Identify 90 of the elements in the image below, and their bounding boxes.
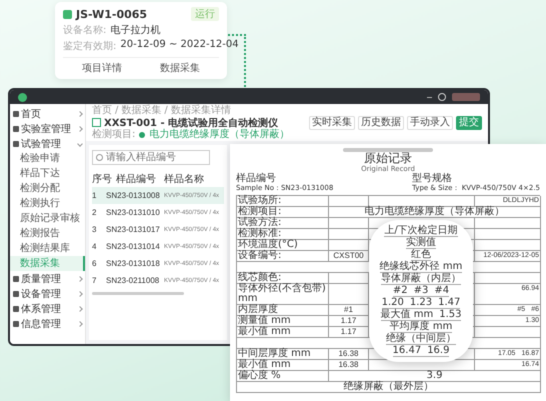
sidebar-item[interactable]: 体系管理 bbox=[10, 301, 85, 316]
item-value: 电力电缆绝缘厚度（导体屏蔽） bbox=[149, 129, 290, 140]
table-cell: 中间层厚度 mm bbox=[237, 349, 329, 360]
logo-icon bbox=[18, 92, 27, 102]
toolbar-button[interactable]: 手动录入 bbox=[407, 116, 453, 130]
item-label: 检测项目: bbox=[92, 129, 136, 140]
menu-item-icon bbox=[13, 290, 19, 296]
table-cell: 绝缘屏蔽（最外层） bbox=[237, 382, 541, 393]
sidebar-subitem[interactable]: 检测结果库 bbox=[10, 241, 85, 256]
table-cell: 内层厚度 bbox=[237, 305, 329, 316]
sidebar-subitem[interactable]: 样品下达 bbox=[10, 166, 85, 181]
sidebar-item[interactable]: 首页 bbox=[10, 106, 85, 121]
magnified-text: 上/下次检定日期 bbox=[384, 225, 458, 236]
table-cell: 测量值 mm bbox=[237, 316, 329, 327]
settings-icon[interactable] bbox=[438, 93, 446, 101]
menu-item-icon bbox=[13, 306, 19, 312]
device-code: JS-W1-0065 bbox=[76, 8, 148, 20]
menu-item-icon bbox=[13, 140, 19, 146]
column-header: 样品编号 bbox=[116, 172, 157, 186]
sidebar-subitem[interactable]: 原始记录审核 bbox=[10, 211, 85, 226]
table-cell: 检测项目: bbox=[237, 207, 329, 218]
table-cell: 试验场所: bbox=[237, 196, 329, 207]
sidebar-subitem[interactable]: 检测报告 bbox=[10, 226, 85, 241]
table-cell: 导体外径(不含包带) mm bbox=[237, 284, 329, 305]
empty-table-cell bbox=[329, 240, 369, 251]
magnified-text: 平均厚度 mm bbox=[390, 321, 452, 332]
magnified-text: #2 bbox=[392, 285, 408, 296]
menu-item-icon bbox=[13, 110, 19, 116]
magnified-text: #4 bbox=[434, 285, 450, 296]
magnified-text: 1.20 bbox=[382, 297, 404, 308]
table-cell: 设备编号: bbox=[237, 251, 329, 262]
card-action-link[interactable]: 数据采集 bbox=[157, 60, 203, 76]
sidebar-subitem[interactable]: 检测执行 bbox=[10, 196, 85, 211]
magnified-text: 绝缘（中间层） bbox=[386, 333, 456, 344]
page-title: XXST-001 - 电缆试验用全自动检测仪 bbox=[104, 116, 278, 128]
menu-item-icon bbox=[13, 126, 19, 132]
sidebar-subitem[interactable]: 检验申请 bbox=[10, 151, 85, 166]
menu-item-icon bbox=[13, 320, 19, 326]
search-icon bbox=[96, 154, 103, 161]
toolbar-button[interactable]: 实时采集 bbox=[309, 116, 355, 130]
table-cell: 偏心度 % bbox=[237, 371, 329, 382]
sidebar-item[interactable]: 设备管理 bbox=[10, 286, 85, 301]
table-cell: 3.9 bbox=[329, 371, 541, 382]
table-cell: 线芯颜色: bbox=[237, 273, 329, 284]
table-cell: 电力电缆绝缘厚度（导体屏蔽） bbox=[329, 207, 541, 218]
breadcrumb-separator: / bbox=[115, 105, 118, 116]
sidebar-item[interactable]: 试验管理 bbox=[10, 136, 85, 151]
sidebar-subitem[interactable]: 检测分配 bbox=[10, 181, 85, 196]
magnified-text: 1.23 bbox=[410, 297, 432, 308]
empty-table-cell bbox=[329, 218, 369, 229]
table-cell: 最小值 mm bbox=[237, 327, 329, 338]
record-title: 原始记录 bbox=[363, 152, 413, 165]
column-header: 样品名称 bbox=[164, 172, 205, 186]
magnified-text: 最大值 mm bbox=[380, 309, 434, 320]
magnified-text: #3 bbox=[414, 285, 428, 296]
magnified-text: 1.47 bbox=[438, 297, 460, 308]
card-action-link[interactable]: 项目详情 bbox=[79, 60, 125, 76]
type-label: 型号规格 bbox=[412, 173, 454, 184]
field-label: 鉴定有效期: bbox=[63, 40, 116, 53]
magnified-text: 红色 bbox=[411, 249, 431, 260]
status-dot bbox=[139, 132, 146, 138]
magnified-text: 16.47 bbox=[392, 345, 422, 356]
search-field[interactable]: 请输入样品编号 bbox=[92, 150, 210, 165]
column-header: 序号 bbox=[92, 172, 113, 186]
empty-table-cell bbox=[475, 218, 541, 229]
menu-item-icon bbox=[13, 276, 19, 282]
magnified-text: 1.53 bbox=[439, 309, 462, 320]
field-label: 设备名称: bbox=[63, 24, 106, 37]
magnified-text: 绝缘线芯外径 mm bbox=[380, 261, 462, 272]
field-value: 电子拉力机 bbox=[110, 24, 160, 37]
sidebar-item[interactable]: 信息管理 bbox=[10, 316, 85, 331]
magnified-text: 16.9 bbox=[427, 345, 450, 356]
table-cell: 16.38 bbox=[329, 360, 369, 371]
device-icon bbox=[63, 10, 72, 18]
sample-label: 样品编号 bbox=[236, 173, 277, 184]
table-cell: 最小值 mm bbox=[237, 360, 329, 371]
toolbar-button[interactable]: 历史数据 bbox=[358, 116, 404, 130]
table-cell: 环境温度(°C) bbox=[237, 240, 329, 251]
sidebar-item[interactable]: 质量管理 bbox=[10, 271, 85, 286]
instrument-icon bbox=[92, 118, 101, 127]
table-cell: 16.38 bbox=[329, 349, 369, 360]
magnified-text: 实测值 bbox=[406, 237, 436, 248]
magnified-text: 导体屏蔽（内层） bbox=[381, 273, 461, 284]
status-badge: 运行 bbox=[191, 7, 219, 21]
table-cell: 检测标准: bbox=[237, 229, 329, 240]
field-value: 20-12-09 ~ 2022-12-04 bbox=[120, 39, 239, 52]
table-cell: 试验方法: bbox=[237, 218, 329, 229]
breadcrumb-separator: / bbox=[164, 105, 168, 116]
minimize-icon[interactable] bbox=[427, 96, 432, 98]
sidebar-item[interactable]: 实验室管理 bbox=[10, 121, 85, 136]
